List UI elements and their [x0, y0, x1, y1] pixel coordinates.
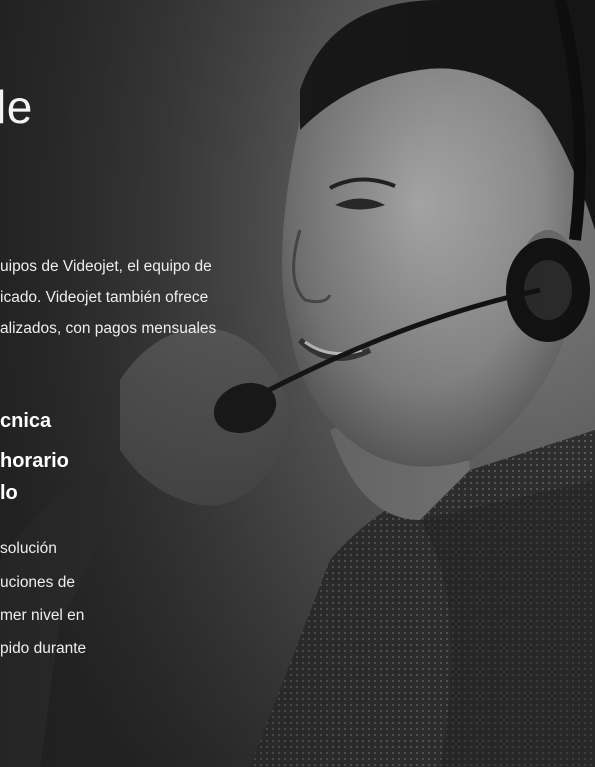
section-body-line-3: mer nivel en [0, 607, 85, 624]
page-title: le [0, 81, 33, 133]
section-body-line-1: solución [0, 540, 57, 557]
intro-text-line-2: icado. Videojet también ofrece [0, 289, 209, 306]
section-heading-line-1: cnica [0, 410, 52, 432]
intro-text-line-3: alizados, con pagos mensuales [0, 320, 217, 337]
support-agent-photo [0, 0, 595, 767]
section-body-line-2: uciones de [0, 574, 75, 591]
section-heading-line-2: horario [0, 450, 69, 472]
intro-text-line-1: uipos de Videojet, el equipo de [0, 258, 212, 275]
section-heading-line-3: lo [0, 482, 18, 504]
section-body-line-4: pido durante [0, 640, 87, 657]
